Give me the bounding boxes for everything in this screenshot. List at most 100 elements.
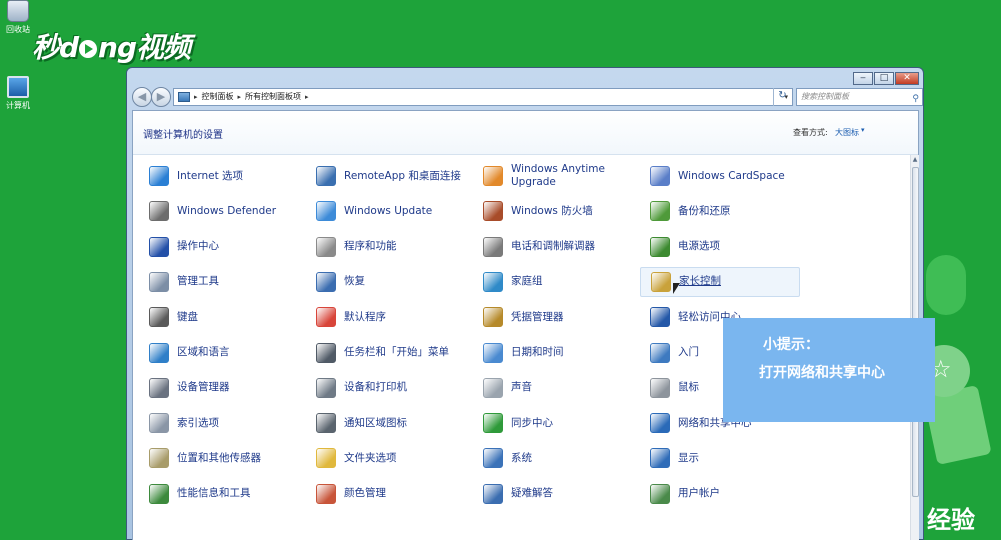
control-panel-item[interactable]: 恢复: [306, 267, 466, 297]
control-panel-item[interactable]: 家长控制: [640, 266, 800, 297]
control-panel-item-label: 管理工具: [177, 275, 219, 288]
homegroup-icon: [483, 271, 503, 292]
control-panel-item[interactable]: 任务栏和「开始」菜单: [306, 338, 466, 368]
control-panel-item[interactable]: RemoteApp 和桌面连接: [306, 161, 466, 191]
taskbar-icon: [316, 342, 336, 363]
back-button[interactable]: ◀: [132, 87, 152, 107]
control-panel-item-label: 入门: [678, 346, 699, 358]
keyboard-icon: [149, 307, 169, 328]
control-panel-item[interactable]: 电源选项: [640, 232, 800, 262]
credential-icon: [483, 307, 503, 328]
control-panel-item[interactable]: Windows CardSpace: [640, 161, 800, 191]
scroll-up-icon[interactable]: ▲: [911, 155, 919, 165]
firewall-icon: [483, 201, 503, 222]
default-programs-icon: [316, 307, 336, 328]
notification-icon: [316, 413, 336, 434]
troubleshoot-icon: [483, 483, 503, 504]
control-panel-item[interactable]: 区域和语言: [139, 338, 299, 368]
control-panel-item[interactable]: 文件夹选项: [306, 443, 466, 473]
control-panel-item[interactable]: 颜色管理: [306, 479, 466, 509]
search-icon[interactable]: ⚲: [912, 91, 919, 107]
control-panel-item-label: 用户帐户: [678, 487, 720, 500]
action-center-flag-icon: [149, 236, 169, 257]
forward-button[interactable]: ▶: [151, 87, 171, 107]
view-by-label: 查看方式:: [793, 128, 828, 137]
minimize-button[interactable]: ‒: [853, 72, 873, 85]
control-panel-item[interactable]: 设备管理器: [139, 373, 299, 403]
printer-icon: [316, 377, 336, 398]
address-bar[interactable]: ▸ 控制面板 ▸ 所有控制面板项 ▸ ▾: [173, 88, 793, 106]
breadcrumb-control-panel[interactable]: 控制面板: [202, 89, 234, 105]
network-icon: [650, 413, 670, 434]
control-panel-item[interactable]: 索引选项: [139, 408, 299, 438]
chevron-down-icon[interactable]: ▾: [861, 126, 865, 134]
control-panel-item[interactable]: 位置和其他传感器: [139, 443, 299, 473]
sound-icon: [483, 377, 503, 398]
control-panel-item-label: 任务栏和「开始」菜单: [344, 346, 449, 358]
view-by-dropdown[interactable]: 大图标: [835, 127, 859, 138]
control-panel-item[interactable]: 用户帐户: [640, 479, 800, 509]
search-input[interactable]: 搜索控制面板 ⚲: [796, 88, 923, 106]
user-accounts-icon: [650, 483, 670, 504]
control-panel-item[interactable]: 备份和还原: [640, 196, 800, 226]
refresh-button[interactable]: ↻: [773, 88, 791, 106]
control-panel-item[interactable]: 电话和调制解调器: [473, 232, 633, 262]
desktop-icon-recycle-bin[interactable]: 回收站: [0, 0, 36, 35]
control-panel-item-label: Windows Anytime Upgrade: [511, 163, 605, 188]
cardspace-icon: [650, 166, 670, 186]
control-panel-item[interactable]: 显示: [640, 443, 800, 473]
control-panel-item[interactable]: 设备和打印机: [306, 373, 466, 403]
control-panel-item-label: 通知区域图标: [344, 416, 407, 429]
close-button[interactable]: ✕: [895, 72, 919, 85]
breadcrumb-separator-icon: ▸: [305, 93, 309, 101]
control-panel-item[interactable]: 键盘: [139, 302, 299, 332]
computer-icon: [7, 76, 29, 98]
display-icon: [650, 448, 670, 469]
control-panel-item[interactable]: Windows Defender: [139, 196, 299, 226]
control-panel-item-label: 凭据管理器: [511, 310, 564, 323]
region-globe-icon: [149, 342, 169, 363]
control-panel-item[interactable]: 疑难解答: [473, 479, 633, 509]
control-panel-item[interactable]: 性能信息和工具: [139, 479, 299, 509]
control-panel-item[interactable]: Internet 选项: [139, 161, 299, 191]
control-panel-item[interactable]: 系统: [473, 443, 633, 473]
sensor-icon: [149, 448, 169, 469]
breadcrumb-all-items[interactable]: 所有控制面板项: [245, 89, 301, 105]
control-panel-item-label: 电源选项: [678, 240, 720, 253]
control-panel-item[interactable]: 同步中心: [473, 408, 633, 438]
control-panel-item[interactable]: Windows 防火墙: [473, 196, 633, 226]
control-panel-item[interactable]: 声音: [473, 373, 633, 403]
search-placeholder: 搜索控制面板: [801, 92, 849, 101]
control-panel-item-label: 程序和功能: [344, 240, 397, 253]
control-panel-item[interactable]: 程序和功能: [306, 232, 466, 262]
control-panel-item-label: 显示: [678, 451, 699, 464]
control-panel-item[interactable]: 管理工具: [139, 267, 299, 297]
control-panel-item-label: Windows CardSpace: [678, 169, 785, 182]
control-panel-item[interactable]: 凭据管理器: [473, 302, 633, 332]
window-controls: ‒ □ ✕: [853, 72, 919, 85]
performance-icon: [149, 483, 169, 504]
recovery-icon: [316, 271, 336, 292]
sync-icon: [483, 413, 503, 434]
control-panel-item-label: 声音: [511, 381, 532, 394]
control-panel-item-label: 备份和还原: [678, 204, 731, 217]
desktop-icon-computer[interactable]: 计算机: [0, 76, 36, 111]
control-panel-item-label: 区域和语言: [177, 346, 230, 358]
breadcrumb-separator-icon: ▸: [194, 93, 198, 101]
control-panel-item[interactable]: Windows Anytime Upgrade: [473, 161, 633, 191]
control-panel-item[interactable]: Windows Update: [306, 196, 466, 226]
control-panel-item-label: 位置和其他传感器: [177, 451, 261, 464]
control-panel-item[interactable]: 操作中心: [139, 232, 299, 262]
control-panel-item[interactable]: 日期和时间: [473, 338, 633, 368]
control-panel-item[interactable]: 默认程序: [306, 302, 466, 332]
control-panel-icon: [178, 92, 190, 102]
indexing-icon: [149, 413, 169, 434]
maximize-button[interactable]: □: [874, 72, 894, 85]
control-panel-item-label: 索引选项: [177, 416, 219, 429]
control-panel-item[interactable]: 家庭组: [473, 267, 633, 297]
parental-controls-icon: [651, 271, 671, 292]
control-panel-item-label: 默认程序: [344, 310, 386, 323]
control-panel-item[interactable]: 通知区域图标: [306, 408, 466, 438]
breadcrumb-separator-icon: ▸: [237, 93, 242, 101]
tip-body: 打开网络和共享中心: [759, 365, 885, 381]
